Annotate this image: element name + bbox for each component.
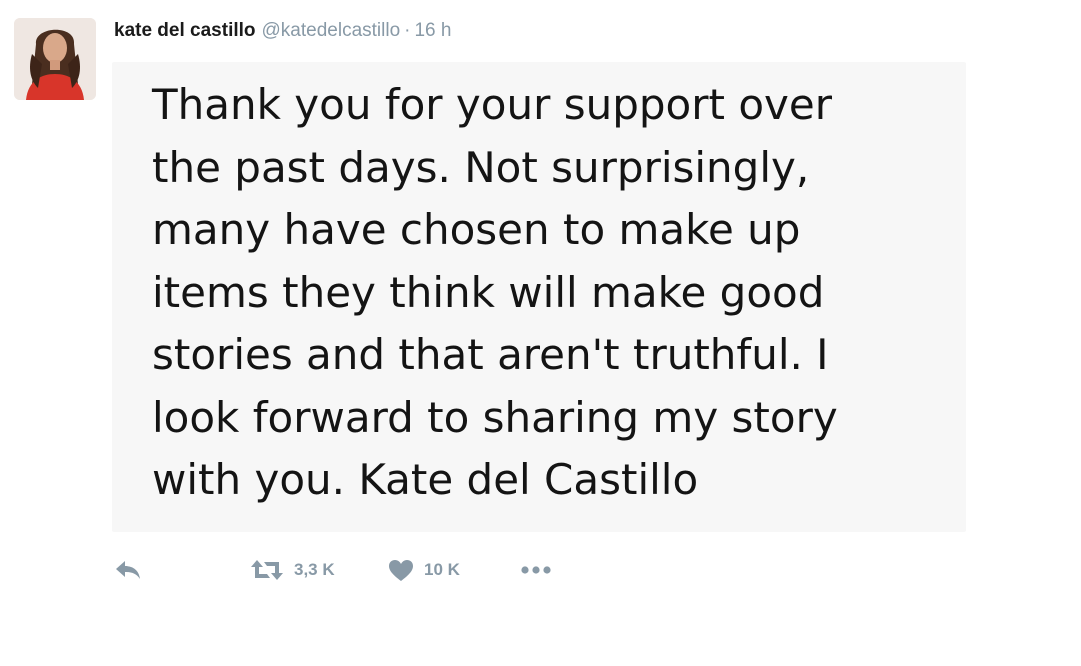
tweet-header: kate del castillo @katedelcastillo · 16 h — [114, 18, 451, 44]
like-button[interactable]: 10 K — [388, 550, 460, 590]
retweet-icon — [251, 560, 283, 580]
timestamp[interactable]: 16 h — [414, 20, 451, 41]
reply-button[interactable] — [114, 550, 142, 590]
tweet-actions: 3,3 K 10 K — [0, 550, 1081, 590]
separator: · — [404, 20, 411, 41]
retweet-count: 3,3 K — [294, 560, 335, 579]
avatar-image — [14, 18, 96, 100]
author-name[interactable]: kate del castillo — [114, 20, 256, 41]
reply-icon — [116, 561, 140, 579]
more-dots-icon — [521, 566, 551, 574]
tweet-text-image[interactable]: Thank you for your support over the past… — [112, 62, 966, 532]
more-button[interactable] — [520, 550, 552, 590]
like-count: 10 K — [424, 560, 460, 579]
retweet-button[interactable]: 3,3 K — [250, 550, 335, 590]
tweet-text: Thank you for your support over the past… — [152, 80, 838, 504]
avatar[interactable] — [14, 18, 96, 100]
heart-icon — [389, 559, 413, 581]
author-handle[interactable]: @katedelcastillo — [262, 20, 401, 41]
tweet: kate del castillo @katedelcastillo · 16 h T… — [0, 0, 1081, 666]
